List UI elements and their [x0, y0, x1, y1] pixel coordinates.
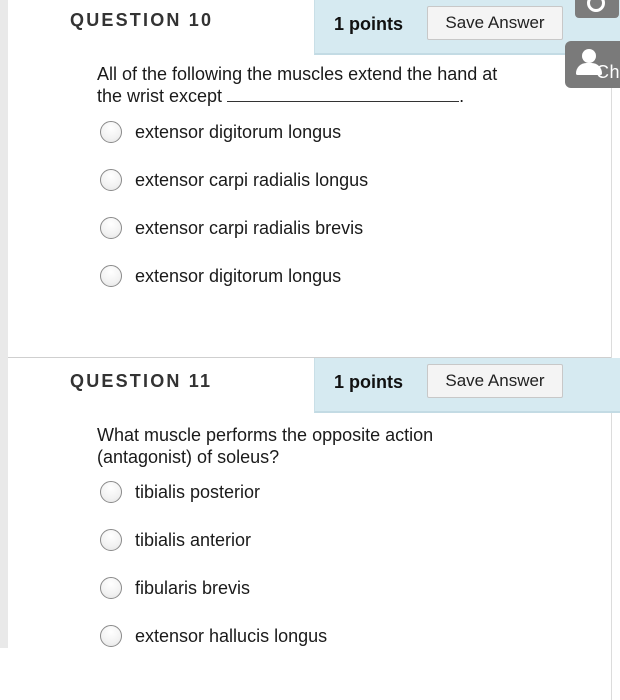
page-right-border [611, 0, 612, 700]
option-label[interactable]: tibialis posterior [135, 482, 260, 503]
prompt-text: . [459, 86, 465, 106]
answer-option[interactable]: extensor digitorum longus [100, 262, 341, 290]
prompt-text: All of the following the muscles extend … [97, 64, 498, 84]
save-answer-button[interactable]: Save Answer [427, 6, 563, 40]
option-label[interactable]: extensor carpi radialis brevis [135, 218, 363, 239]
power-icon[interactable] [575, 0, 619, 18]
question-prompt: All of the following the muscles extend … [97, 63, 557, 107]
radio-button[interactable] [100, 265, 122, 287]
answer-blank [227, 86, 460, 102]
option-label[interactable]: extensor digitorum longus [135, 266, 341, 287]
option-label[interactable]: extensor hallucis longus [135, 626, 327, 647]
radio-button[interactable] [100, 121, 122, 143]
question-11: QUESTION 11 1 points Save Answer What mu… [8, 358, 620, 700]
question-10: QUESTION 10 1 points Save Answer All of … [8, 0, 620, 357]
chat-widget-button[interactable]: Ch [565, 41, 620, 88]
radio-button[interactable] [100, 529, 122, 551]
radio-button[interactable] [100, 481, 122, 503]
prompt-text: What muscle performs the opposite action [97, 425, 434, 445]
question-title: QUESTION 10 [70, 10, 214, 30]
option-label[interactable]: extensor carpi radialis longus [135, 170, 368, 191]
save-answer-button[interactable]: Save Answer [427, 364, 563, 398]
radio-button[interactable] [100, 625, 122, 647]
radio-button[interactable] [100, 169, 122, 191]
answer-option[interactable]: extensor carpi radialis longus [100, 166, 368, 194]
prompt-text: (antagonist) of soleus? [97, 447, 280, 467]
prompt-text: the wrist except [97, 86, 223, 106]
question-prompt: What muscle performs the opposite action… [97, 424, 557, 468]
question-header-bar: 1 points Save Answer [314, 358, 620, 413]
page-left-border [0, 0, 8, 648]
radio-button[interactable] [100, 577, 122, 599]
answer-option[interactable]: tibialis anterior [100, 526, 251, 554]
answer-option[interactable]: extensor digitorum longus [100, 118, 341, 146]
chat-label: Ch [596, 62, 620, 82]
power-ring [587, 0, 605, 12]
radio-button[interactable] [100, 217, 122, 239]
answer-option[interactable]: extensor hallucis longus [100, 622, 327, 650]
answer-option[interactable]: extensor carpi radialis brevis [100, 214, 363, 242]
question-title: QUESTION 11 [70, 371, 213, 391]
option-label[interactable]: extensor digitorum longus [135, 122, 341, 143]
points-label: 1 points [334, 14, 404, 34]
points-label: 1 points [334, 372, 404, 392]
answer-option[interactable]: tibialis posterior [100, 478, 260, 506]
option-label[interactable]: tibialis anterior [135, 530, 251, 551]
option-label[interactable]: fibularis brevis [135, 578, 250, 599]
answer-option[interactable]: fibularis brevis [100, 574, 250, 602]
person-icon [582, 49, 596, 63]
